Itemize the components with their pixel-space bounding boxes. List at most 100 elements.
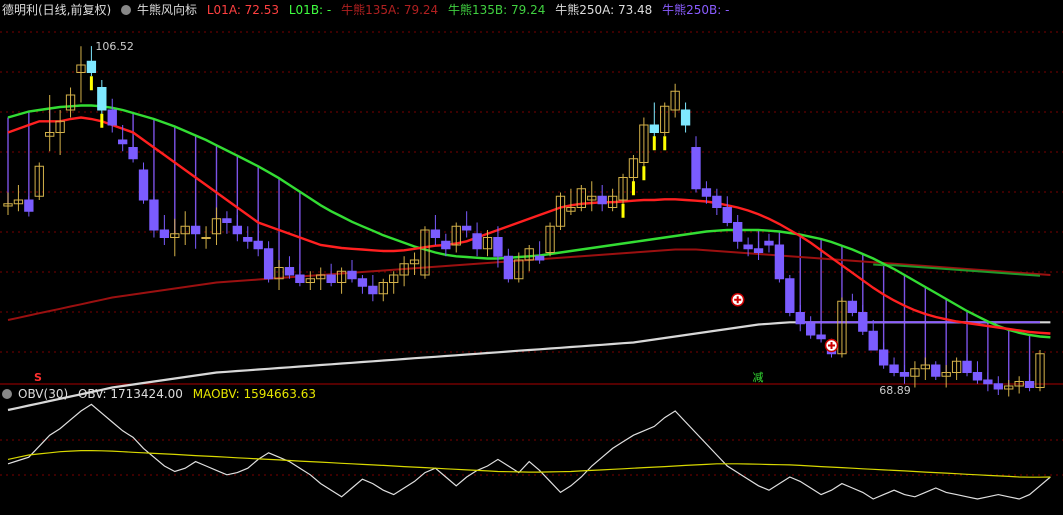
candle — [847, 293, 858, 317]
signal-bar — [621, 203, 625, 218]
candle-body — [493, 237, 503, 257]
candle-body — [753, 248, 764, 253]
candle-body — [733, 222, 743, 242]
signal-bar — [89, 76, 93, 91]
candle — [65, 87, 76, 118]
signal-bar — [652, 136, 656, 151]
candle — [639, 117, 649, 170]
candle — [243, 226, 253, 249]
candle — [409, 252, 420, 275]
candle-body — [722, 207, 732, 223]
candle-body — [712, 195, 722, 208]
candle — [128, 136, 138, 163]
signal-bar — [642, 166, 646, 181]
candle — [566, 188, 576, 215]
candle-body — [441, 240, 451, 250]
candle — [461, 211, 472, 238]
candle — [263, 241, 274, 283]
candle — [931, 361, 941, 380]
candle-body — [795, 312, 805, 325]
candle-body — [889, 364, 899, 373]
gear-icon[interactable] — [121, 5, 132, 15]
candle — [868, 320, 878, 351]
yellow-signal-bars — [89, 76, 667, 218]
candle — [451, 222, 461, 253]
candle — [138, 162, 149, 204]
candle-body — [774, 244, 785, 280]
obv-lines — [7, 403, 1051, 500]
candle-body — [159, 229, 170, 238]
indicator-name[interactable]: 牛熊风向标 — [137, 3, 197, 17]
candle — [545, 222, 555, 257]
candle — [472, 222, 482, 257]
candle — [837, 297, 847, 358]
candle — [993, 376, 1003, 395]
signal-bar — [631, 181, 635, 196]
candle-body — [138, 169, 149, 201]
candle — [649, 102, 659, 140]
candle-body — [649, 124, 659, 133]
candle-body — [222, 218, 232, 223]
candle — [357, 275, 368, 294]
candle — [607, 188, 618, 212]
candle-body — [24, 199, 34, 212]
candle — [336, 267, 347, 294]
obv-title[interactable]: OBV(30) — [18, 387, 68, 401]
candle — [1014, 376, 1024, 394]
candle-body — [534, 255, 545, 261]
candle-body — [805, 323, 816, 336]
candle-body — [785, 278, 795, 313]
main-grid — [0, 31, 1063, 385]
candle-body — [232, 225, 243, 235]
candle — [378, 278, 388, 302]
candle-body — [461, 225, 472, 231]
legend-135a: 牛熊135A: 79.24 — [341, 3, 439, 17]
signal-bar — [100, 113, 104, 128]
candle — [951, 357, 962, 380]
candle — [441, 233, 451, 257]
candle — [97, 80, 107, 118]
candle — [660, 102, 670, 137]
candle — [889, 357, 899, 377]
candle — [190, 222, 201, 249]
legend-l01b: L01B: - — [288, 3, 332, 17]
candle-body — [503, 255, 514, 280]
candle — [1024, 374, 1035, 392]
candle-body — [743, 244, 753, 250]
candle — [211, 207, 222, 245]
candle — [274, 260, 284, 290]
candle — [180, 211, 190, 245]
legend-135b: 牛熊135B: 79.24 — [448, 3, 546, 17]
legend-250b: 牛熊250B: - — [662, 3, 730, 17]
candle-body — [263, 248, 274, 280]
candle — [45, 95, 55, 152]
series-line-maobv — [7, 450, 1051, 478]
candle-body — [347, 270, 357, 280]
legend-250a: 牛熊250A: 73.48 — [555, 3, 653, 17]
reduce-mark: 减 — [753, 371, 764, 384]
candle-body — [701, 188, 712, 197]
candle-body — [128, 147, 138, 160]
candle — [524, 245, 534, 272]
candle — [691, 136, 701, 193]
candle — [858, 305, 868, 335]
candle-body — [878, 349, 889, 366]
candle-body — [357, 278, 368, 287]
candle — [753, 241, 764, 260]
candle — [618, 173, 628, 204]
candle — [86, 46, 97, 77]
gear-icon[interactable] — [2, 389, 12, 399]
candle — [1004, 380, 1014, 397]
candle — [232, 215, 243, 242]
candle — [389, 271, 399, 294]
candle — [534, 241, 545, 264]
candle — [201, 226, 211, 249]
legend-l01a: L01A: 72.53 — [206, 3, 280, 17]
stock-title[interactable]: 德明利(日线,前复权) — [2, 3, 111, 17]
candle — [170, 218, 180, 257]
obv-grid — [0, 439, 1063, 476]
candle-body — [972, 372, 983, 381]
candle — [222, 211, 232, 234]
candle — [774, 241, 785, 283]
candle-body — [993, 383, 1003, 390]
